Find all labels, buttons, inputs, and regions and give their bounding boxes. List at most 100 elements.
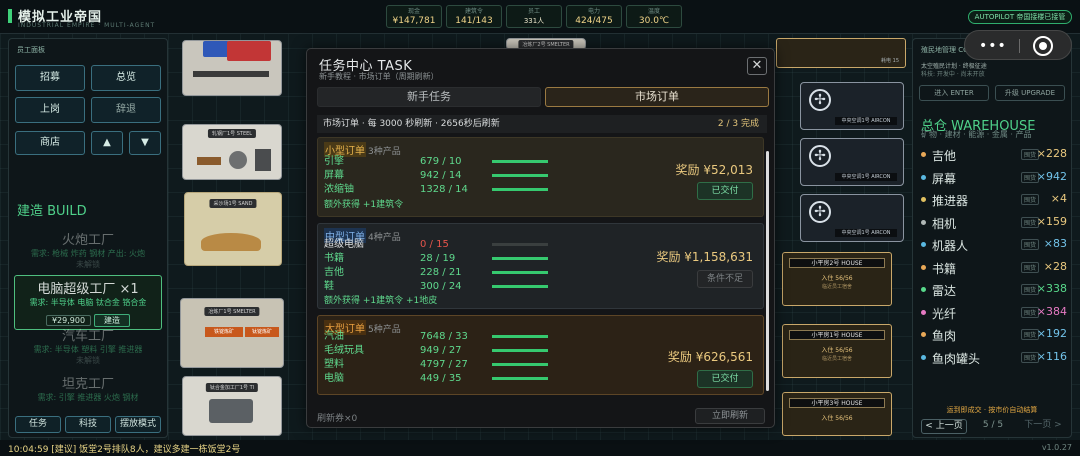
smelter-1[interactable]: 冶炼厂1号 SMELTER 铁锭炼矿 钛锭炼矿	[180, 298, 284, 368]
log-message: 10:04:59 [建议] 饭堂2号排队8人，建议多建一栋饭堂2号	[8, 445, 241, 455]
order-row: 电脑 449 / 35	[324, 373, 564, 385]
aircon-2[interactable]: ✢ 中央空调1号 AIRCON	[800, 138, 904, 186]
item-name: 相机	[932, 216, 957, 231]
warehouse-item[interactable]: 屏幕 囤货 ×942	[921, 170, 1067, 186]
order-reward: 奖励 ¥626,561	[667, 350, 753, 364]
order-card-large: 大型订单 5种产品 汽油 7648 / 33 毛绒玩具 949 / 27 塑料 4797…	[317, 315, 764, 395]
item-qty: ×116	[1036, 349, 1067, 363]
scroll-down-button[interactable]: ▼	[129, 131, 161, 155]
close-icon: ✕	[751, 58, 763, 73]
warehouse-item[interactable]: 书籍 囤货 ×28	[921, 260, 1067, 276]
order-status-insufficient[interactable]: 条件不足	[697, 270, 753, 288]
order-type: 小型订单 3种产品	[324, 142, 401, 157]
refresh-now-button[interactable]: 立即刷新	[695, 408, 765, 424]
completion-count: 2 / 3 完成	[717, 119, 759, 129]
order-row: 塑料 4797 / 27	[324, 359, 564, 371]
warehouse-item[interactable]: 雷达 囤货 ×338	[921, 282, 1067, 298]
close-button[interactable]: ✕	[747, 57, 767, 75]
aircon-fan-icon: ✢	[809, 201, 831, 223]
warehouse-item[interactable]: 鱼肉罐头 囤货 ×116	[921, 349, 1067, 366]
upgrade-button[interactable]: 升级 UPGRADE	[995, 85, 1065, 101]
order-row: 引擎 679 / 10	[324, 156, 564, 168]
aircon-3[interactable]: ✢ 中央空调1号 AIRCON	[800, 194, 904, 242]
warehouse-categories: 矿物 · 建材 · 能源 · 金属 · 产品	[921, 130, 1032, 139]
autopilot-badge[interactable]: AUTOPILOT 帝国接楼已接管	[968, 10, 1072, 24]
item-name: 光纤	[932, 306, 957, 321]
refresh-info: 市场订单 · 每 3000 秒刷新 · 2656秒后刷新	[323, 119, 500, 129]
colony-status: 科技: 开发中 · 尚未开放	[921, 71, 985, 78]
onduty-button[interactable]: 上岗	[15, 97, 85, 123]
build-item-car[interactable]: 汽车工厂 需求: 半导体 塑料 引擎 推进器 未解锁	[14, 325, 162, 366]
titanium-plant[interactable]: 钛合金加工厂1号 TI	[182, 376, 282, 436]
task-center-modal: 任务中心 TASK 新手教程 · 市场订单（周期刷新） ✕ 新手任务 市场订单 …	[306, 48, 775, 428]
arrow-up-icon: ▲	[103, 137, 111, 148]
item-qty: ×4	[1050, 192, 1067, 205]
warehouse-item[interactable]: 推进器 囤货 ×4	[921, 192, 1067, 208]
aircon-fan-icon: ✢	[809, 145, 831, 167]
steel-mill[interactable]: 轧钢厂1号 STEEL	[182, 124, 282, 180]
order-row: 鞋 300 / 24	[324, 281, 564, 293]
shop-button[interactable]: 商店	[15, 131, 85, 155]
left-panel: 员工面板 招募 总览 上岗 辞退 商店 ▲ ▼ 建造 BUILD 火炮工厂 需求…	[8, 38, 168, 438]
enter-button[interactable]: 进入 ENTER	[919, 85, 989, 101]
right-panel: 殖民地管理 COLONY 太空殖民计划 · 终极征途 科技: 开发中 · 尚未开…	[912, 38, 1072, 438]
scroll-up-button[interactable]: ▲	[91, 131, 123, 155]
item-dot-icon	[921, 287, 926, 292]
top-bar: 模拟工业帝国 INDUSTRIAL EMPIRE · MULTI-AGENT 现…	[0, 0, 1080, 34]
item-dot-icon	[921, 242, 926, 247]
warehouse-item[interactable]: 相机 囤货 ×159	[921, 214, 1067, 231]
tab-market-orders[interactable]: 市场订单	[545, 87, 769, 107]
build-item-tank[interactable]: 坦克工厂 需求: 引擎 推进器 火炮 钢材	[14, 373, 162, 403]
stat-employees: 员工 331人	[506, 5, 562, 28]
close-target-icon[interactable]	[1033, 36, 1053, 56]
bottom-log-bar: 10:04:59 [建议] 饭堂2号排队8人，建议多建一栋饭堂2号 v1.0.2…	[0, 440, 1080, 456]
tech-button[interactable]: 科技	[65, 416, 111, 433]
warehouse-item[interactable]: 鱼肉 囤货 ×192	[921, 327, 1067, 343]
employee-panel-title: 员工面板	[17, 46, 45, 54]
warehouse-item[interactable]: 机器人 囤货 ×83	[921, 237, 1067, 253]
factory-truck[interactable]	[182, 40, 282, 96]
item-qty: ×159	[1036, 214, 1067, 228]
item-dot-icon	[921, 264, 926, 270]
order-status-delivered[interactable]: 已交付	[697, 370, 753, 388]
warehouse-item[interactable]: 吉他 囤货 ×228	[921, 147, 1067, 163]
app-subtitle: INDUSTRIAL EMPIRE · MULTI-AGENT	[18, 22, 156, 29]
task-button[interactable]: 任务	[15, 416, 61, 433]
order-card-small: 小型订单 3种产品 引擎 679 / 10 屏幕 942 / 14 浓缩铀 1328 /…	[317, 137, 764, 217]
item-name: 鱼肉罐头	[932, 351, 981, 366]
stat-build-tokens: 建筑令 141/143	[446, 5, 502, 28]
order-status-delivered[interactable]: 已交付	[697, 182, 753, 200]
prev-page-button[interactable]: < 上一页	[921, 419, 967, 434]
modal-scrollbar[interactable]	[766, 151, 769, 391]
item-qty: ×228	[1036, 147, 1067, 160]
order-card-medium: 中型订单 4种产品 超级电脑 0 / 15 书籍 28 / 19 吉他 228 / 21…	[317, 223, 764, 309]
modal-subtitle: 新手教程 · 市场订单（周期刷新）	[319, 72, 439, 81]
place-mode-button[interactable]: 摆放模式	[115, 416, 161, 433]
next-page-button[interactable]: 下一页 >	[1019, 419, 1067, 434]
order-bonus: 额外获得 +1建筑令	[324, 200, 404, 210]
house-3[interactable]: 小平房3号 HOUSE 入住 56/56	[782, 392, 892, 436]
order-row: 浓缩铀 1328 / 14	[324, 184, 564, 196]
item-name: 书籍	[932, 261, 957, 276]
page-indicator: 5 / 5	[982, 420, 1004, 430]
item-dot-icon	[921, 174, 926, 180]
item-qty: ×83	[1043, 237, 1067, 250]
house-2[interactable]: 小平房2号 HOUSE 入住 56/56 临近员工宿舍	[782, 252, 892, 306]
recruit-button[interactable]: 招募	[15, 65, 85, 91]
sand-pit[interactable]: 采沙场1号 SAND	[184, 192, 282, 266]
resign-button[interactable]: 辞退	[91, 97, 161, 123]
stat-temperature: 温度 30.0℃	[626, 5, 682, 28]
tab-newbie-tasks[interactable]: 新手任务	[317, 87, 541, 107]
build-item-cannon[interactable]: 火炮工厂 需求: 枪械 炸药 钢材 产出: 火炮 未解锁	[14, 229, 162, 270]
item-qty: ×192	[1036, 327, 1067, 340]
house-1[interactable]: 小平房1号 HOUSE 入住 56/56 临近员工宿舍	[782, 324, 892, 378]
overview-button[interactable]: 总览	[91, 65, 161, 91]
building-top-right[interactable]: 耗电 15	[776, 38, 906, 68]
aircon-1[interactable]: ✢ 中央空调1号 AIRCON	[800, 82, 904, 130]
more-menu-icon[interactable]: •••	[979, 39, 1007, 53]
arrow-down-icon: ▼	[141, 137, 149, 148]
stock-tag: 囤货	[1021, 239, 1040, 250]
build-item-supercomputer[interactable]: 电脑超级工厂 ×1 需求: 半导体 电脑 钛合金 铬合金 ¥29,900 建造	[14, 275, 162, 330]
warehouse-item[interactable]: 光纤 囤货 ×384	[921, 305, 1067, 321]
order-reward: 奖励 ¥52,013	[675, 163, 753, 177]
